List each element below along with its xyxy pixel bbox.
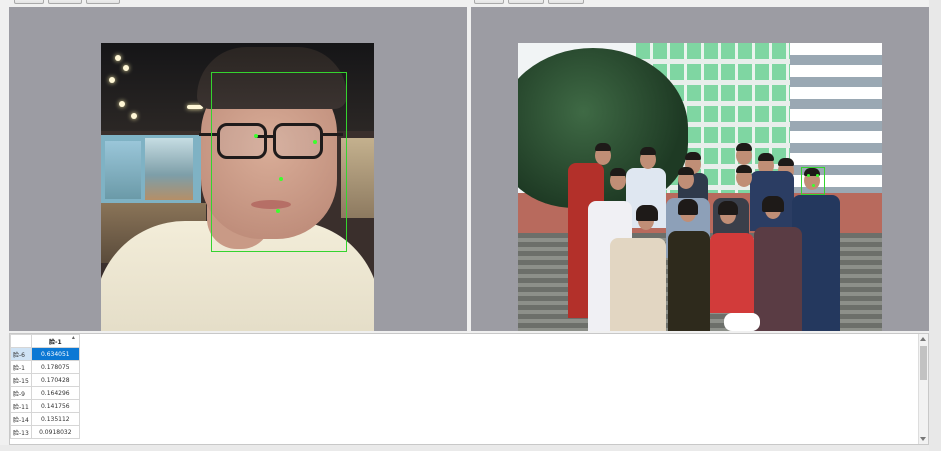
- row-header[interactable]: 脸-9: [10, 386, 32, 400]
- toolbar-button-2[interactable]: [48, 0, 82, 4]
- landmark-mouth: [276, 209, 280, 213]
- toolbar-button-5[interactable]: [508, 0, 544, 4]
- status-bar: [0, 445, 929, 451]
- vertical-scrollbar[interactable]: [918, 334, 928, 444]
- scroll-up-icon[interactable]: [920, 337, 926, 341]
- row-header[interactable]: 脸-15: [10, 373, 32, 387]
- table-row[interactable]: 脸-11 0.141756: [10, 399, 80, 413]
- toolbar-button-6[interactable]: [548, 0, 584, 4]
- sort-caret-icon: ▴: [71, 334, 75, 341]
- landmark-right-eye: [313, 140, 317, 144]
- table-row[interactable]: 脸-9 0.164296: [10, 386, 80, 400]
- left-image-pane[interactable]: [9, 7, 467, 331]
- group-photo: [518, 43, 882, 331]
- toolbar-button-1[interactable]: [14, 0, 44, 4]
- row-header[interactable]: 脸-1: [10, 360, 32, 374]
- column-header-label: 脸-1: [48, 338, 62, 346]
- table-cell[interactable]: 0.178075: [30, 360, 80, 374]
- landmark-left-eye: [254, 134, 258, 138]
- table-row[interactable]: 脸-15 0.170428: [10, 373, 80, 387]
- query-face-photo: [101, 43, 374, 331]
- table-cell[interactable]: 0.634051: [30, 347, 80, 361]
- row-header[interactable]: 脸-6: [10, 347, 32, 361]
- toolbar-button-4[interactable]: [474, 0, 504, 4]
- window-right-edge: [929, 0, 941, 451]
- face-detection-box: [211, 72, 347, 252]
- similarity-table: ▴ 脸-1 脸-6 0.634051 脸-1 0.178075 脸-15 0.1…: [10, 334, 80, 439]
- landmark: [812, 184, 815, 187]
- table-row[interactable]: 脸-14 0.135112: [10, 412, 80, 426]
- table-row[interactable]: 脸-1 0.178075: [10, 360, 80, 374]
- table-cell[interactable]: 0.0918032: [30, 425, 80, 439]
- table-cell[interactable]: 0.170428: [30, 373, 80, 387]
- table-row[interactable]: 脸-13 0.0918032: [10, 425, 80, 439]
- toolbar-button-3[interactable]: [86, 0, 120, 4]
- landmark: [816, 174, 819, 177]
- row-header[interactable]: 脸-13: [10, 425, 32, 439]
- scrollbar-thumb[interactable]: [920, 346, 927, 380]
- table-cell[interactable]: 0.141756: [30, 399, 80, 413]
- right-image-pane[interactable]: [471, 7, 929, 331]
- table-cell[interactable]: 0.135112: [30, 412, 80, 426]
- landmark-nose: [279, 177, 283, 181]
- scroll-down-icon[interactable]: [920, 437, 926, 441]
- row-header[interactable]: 脸-11: [10, 399, 32, 413]
- similarity-table-panel: ▴ 脸-1 脸-6 0.634051 脸-1 0.178075 脸-15 0.1…: [9, 333, 929, 445]
- row-header[interactable]: 脸-14: [10, 412, 32, 426]
- matched-face-box: [801, 167, 825, 195]
- landmark: [807, 174, 810, 177]
- table-cell[interactable]: 0.164296: [30, 386, 80, 400]
- table-row[interactable]: 脸-6 0.634051: [10, 347, 80, 361]
- column-header[interactable]: ▴ 脸-1: [30, 334, 80, 348]
- table-corner[interactable]: [10, 334, 32, 348]
- toolbar: [0, 0, 941, 7]
